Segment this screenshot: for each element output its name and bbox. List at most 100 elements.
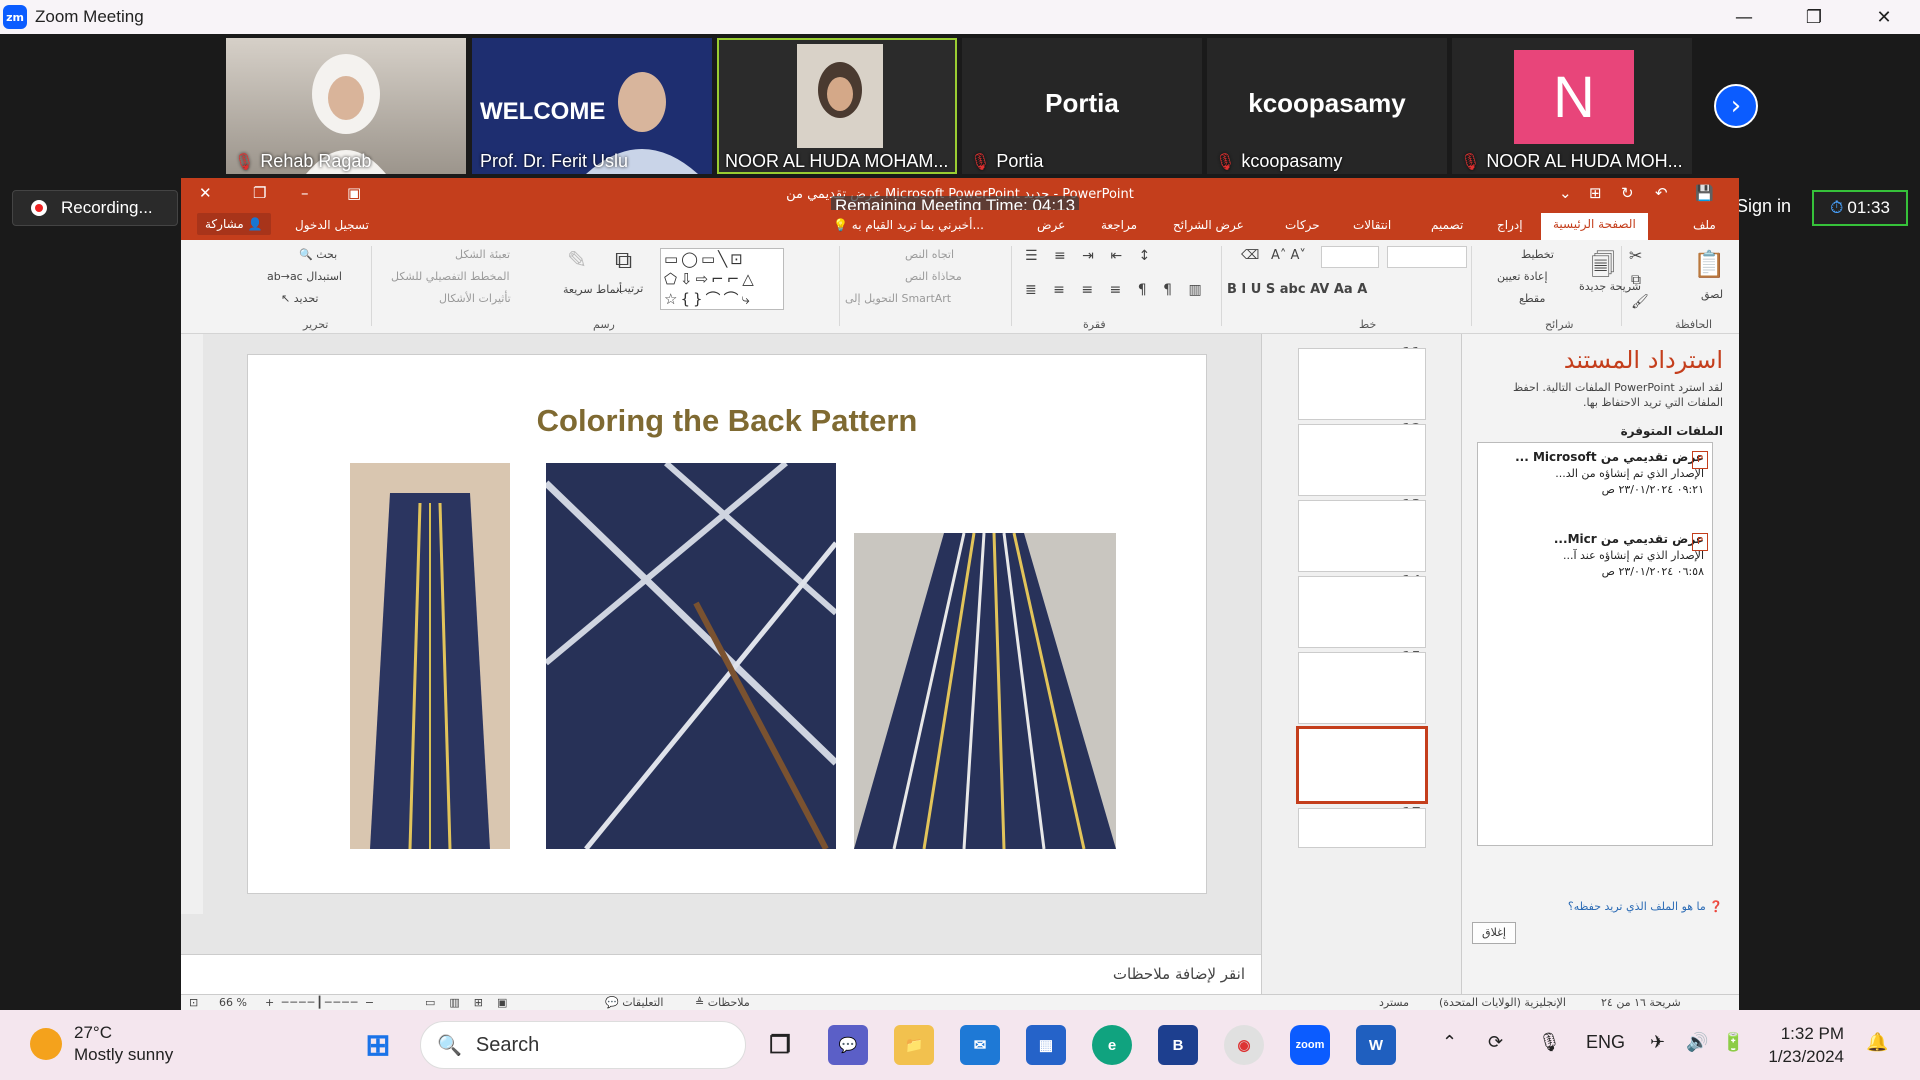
customize-toolbar-icon[interactable]: ⌄ [1559,184,1572,202]
meeting-timer[interactable]: ⏱ 01:33 [1812,190,1908,226]
slide-thumbnail[interactable] [1298,500,1426,572]
undo-icon[interactable]: ↶ [1655,184,1668,202]
sync-icon[interactable]: ⟳ [1488,1032,1503,1053]
minimize-button[interactable]: — [1714,0,1774,34]
tab-design[interactable]: تصميم [1431,218,1463,232]
comments-button[interactable]: 💬 التعليقات [605,996,663,1009]
mail-icon[interactable]: ✉ [960,1025,1000,1065]
recording-indicator[interactable]: Recording... [12,190,178,226]
notification-bell-icon[interactable]: 🔔 [1866,1032,1888,1053]
view-buttons[interactable]: ▭▥⊞▣ [425,996,521,1009]
arrange-icon[interactable]: ⧉ [615,246,632,274]
zoom-app-icon[interactable]: zoom [1290,1025,1330,1065]
tab-home[interactable]: الصفحة الرئيسية [1541,213,1648,240]
slide-thumbnail[interactable] [1298,424,1426,496]
participant-tile[interactable]: 🎙 Rehab Ragab [226,38,466,174]
font-format-icons[interactable]: B I U S abc AV Aa A [1227,282,1367,297]
reset-button[interactable]: إعادة تعيين [1497,270,1548,283]
redo-icon[interactable]: ↻ [1621,184,1634,202]
network-icon[interactable]: ✈ [1650,1032,1665,1053]
language-status[interactable]: الإنجليزية (الولايات المتحدة) [1439,996,1566,1009]
slide-thumbnail[interactable] [1298,652,1426,724]
paste-icon[interactable]: 📋 [1693,250,1725,280]
language-indicator[interactable]: ENG [1586,1032,1625,1053]
clear-format-icon[interactable]: ⌫ [1241,248,1259,263]
format-painter-icon[interactable]: 🖌 [1631,294,1649,310]
replace-button[interactable]: ab→ac استبدال [267,270,342,283]
chevron-up-icon[interactable]: ⌃ [1442,1032,1457,1053]
participant-tile[interactable]: Portia 🎙 Portia [962,38,1202,174]
ppt-restore-icon[interactable]: ❐ [253,184,266,202]
store-icon[interactable]: ▦ [1026,1025,1066,1065]
tab-insert[interactable]: إدراج [1497,218,1523,232]
tab-animations[interactable]: حركات [1285,218,1320,232]
vertical-scrollbar[interactable] [181,334,203,914]
weather-widget[interactable]: 27°C Mostly sunny [30,1022,173,1066]
slide-thumbnail-selected[interactable] [1296,726,1428,804]
shape-outline-button[interactable]: المخطط التفصيلي للشكل [391,270,510,283]
tab-slideshow[interactable]: عرض الشرائح [1173,218,1244,232]
shape-fill-button[interactable]: تعبئة الشكل [455,248,510,261]
participant-tile[interactable]: kcoopasamy 🎙 kcoopasamy [1207,38,1447,174]
login-link[interactable]: تسجيل الدخول [295,218,369,232]
fit-slide-icon[interactable]: ⊡ [189,996,198,1009]
sign-in-link[interactable]: Sign in [1736,196,1791,217]
word-icon[interactable]: W [1356,1025,1396,1065]
b-app-icon[interactable]: B [1158,1025,1198,1065]
taskbar-search[interactable]: 🔍 Search [420,1021,746,1069]
which-file-help-link[interactable]: ❓ ما هو الملف الذي تريد حفظه؟ [1568,900,1723,913]
start-windows-icon[interactable]: ⊞ [358,1025,398,1065]
zoom-level[interactable]: 66 % [219,996,247,1009]
participant-tile[interactable]: N 🎙 NOOR AL HUDA MOH... [1452,38,1692,174]
align-text-button[interactable]: محاذاة النص [905,270,962,283]
participant-tile-active-speaker[interactable]: NOOR AL HUDA MOHAM... [717,38,957,174]
slide-thumbnail[interactable] [1298,808,1426,848]
recovered-file-item[interactable]: P عرض تقديمي من Micr... الإصدار الذي تم … [1494,531,1708,580]
task-view-icon[interactable]: ❐ [760,1025,800,1065]
volume-icon[interactable]: 🔊 [1686,1032,1708,1053]
battery-icon[interactable]: 🔋 [1722,1032,1744,1053]
slide-thumbnail[interactable] [1298,576,1426,648]
maximize-button[interactable]: ❐ [1784,0,1844,34]
microphone-icon[interactable]: 🎙 [1538,1032,1561,1053]
next-page-arrow-icon[interactable]: › [1714,84,1758,128]
tab-review[interactable]: مراجعة [1101,218,1137,232]
text-direction-button[interactable]: اتجاه النص [905,248,954,261]
zoom-slider[interactable]: + ────┃──── − [265,996,376,1009]
convert-smartart-button[interactable]: التحويل إلى SmartArt [845,292,951,305]
new-slide-button[interactable]: شريحة جديدة [1579,280,1641,293]
recovered-file-item[interactable]: P عرض تقديمي من Microsoft ... الإصدار ال… [1494,449,1708,498]
ribbon-display-icon[interactable]: ▣ [347,184,361,202]
slide-thumbnail[interactable] [1298,348,1426,420]
shapes-gallery[interactable]: ▭◯▭╲⊡ ⬠⇩⇨⌐⌐△ ☆{}⌒⌒⤷ [660,248,784,310]
notes-button[interactable]: ≜ ملاحظات [695,996,750,1009]
layout-button[interactable]: تخطيط [1521,248,1554,261]
notes-pane[interactable]: انقر لإضافة ملاحظات [181,954,1261,994]
save-icon[interactable]: 💾 [1695,184,1714,202]
share-button[interactable]: مشاركة 👤 [197,213,271,235]
close-button[interactable]: ✕ [1854,0,1914,34]
list-indent-icons[interactable]: ☰ ≡ ⇥ ⇤ ↕ [1025,248,1156,264]
font-grow-icon[interactable]: A˄ A˅ [1271,248,1306,263]
cut-icon[interactable]: ✂ [1629,246,1642,265]
tab-view[interactable]: عرض [1037,218,1065,232]
select-button[interactable]: ↖ تحديد [281,292,319,305]
chrome-icon[interactable]: ◉ [1224,1025,1264,1065]
find-button[interactable]: 🔍 بحث [299,248,337,261]
clock[interactable]: 1:32 PM 1/23/2024 [1768,1022,1844,1068]
present-icon[interactable]: ⊞ [1589,184,1602,202]
section-button[interactable]: مقطع [1519,292,1545,305]
quick-styles-icon[interactable]: ✎ [567,246,587,274]
quick-styles-button[interactable]: أنماط سريعة [563,282,622,297]
close-recovery-button[interactable]: إغلاق [1472,922,1516,944]
shape-effects-button[interactable]: تأثيرات الأشكال [439,292,511,305]
file-explorer-icon[interactable]: 📁 [894,1025,934,1065]
font-size-box[interactable] [1321,246,1379,268]
paste-button[interactable]: لصق [1701,288,1723,301]
tab-transitions[interactable]: انتقالات [1353,218,1391,232]
tell-me-search[interactable]: 💡 أخبرني بما تريد القيام به... [833,218,984,232]
ppt-minimize-icon[interactable]: – [301,184,309,202]
tab-file[interactable]: ملف [1693,218,1716,232]
slide-canvas[interactable]: Coloring the Back Pattern [247,354,1207,894]
teams-chat-icon[interactable]: 💬 [828,1025,868,1065]
